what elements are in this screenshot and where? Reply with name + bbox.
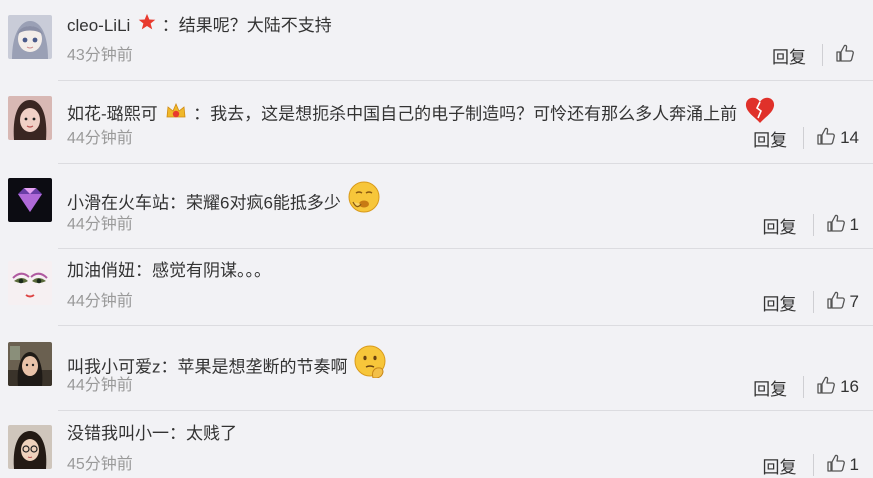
like-button[interactable] (835, 43, 859, 68)
comment-time: 44分钟前 (67, 216, 133, 233)
avatar[interactable] (8, 342, 52, 386)
like-count: 1 (849, 215, 859, 234)
comment-actions: 回复 14 (753, 125, 859, 151)
comment-time: 44分钟前 (67, 130, 133, 147)
comment-actions: 回复 1 (763, 212, 859, 238)
like-button[interactable]: 14 (816, 126, 859, 151)
comment-time: 44分钟前 (67, 293, 133, 310)
username[interactable]: 加油俏妞 (67, 261, 135, 280)
separator-colon: ： (135, 261, 152, 280)
avatar[interactable] (8, 15, 52, 59)
like-count: 1 (849, 455, 859, 474)
divider (812, 454, 814, 476)
comment-item: 加油俏妞：感觉有阴谋。。。 44分钟前 回复 7 (0, 249, 873, 325)
comment-content: cleo-LiLi ：结果呢？大陆不支持 (67, 13, 332, 40)
divider (812, 291, 814, 313)
comment-item: cleo-LiLi ：结果呢？大陆不支持 43分钟前 回复 (0, 0, 873, 80)
comment-list: cleo-LiLi ：结果呢？大陆不支持 43分钟前 回复 如花-璐熙可 ：我去… (0, 0, 873, 477)
divider (822, 44, 823, 66)
vip-crown-icon (165, 101, 187, 127)
username[interactable]: 小滑在火车站 (67, 193, 169, 212)
like-button[interactable]: 1 (826, 213, 859, 238)
separator-colon: ： (169, 424, 186, 443)
comment-item: 叫我小可爱z：苹果是想垄断的节奏啊 44分钟前 回复 16 (0, 326, 873, 410)
avatar[interactable] (8, 96, 52, 140)
reply-button[interactable]: 回复 (763, 213, 797, 238)
comment-actions: 回复 16 (753, 374, 859, 400)
thumbs-up-icon (816, 375, 836, 400)
comment-content: 没错我叫小一：太贱了 (67, 423, 237, 445)
avatar[interactable] (8, 425, 52, 469)
comment-time: 44分钟前 (67, 377, 133, 394)
separator-colon: ： (160, 357, 178, 377)
comment-actions: 回复 7 (763, 289, 859, 315)
separator-colon: ： (161, 15, 179, 35)
star-badge-icon (138, 13, 156, 37)
reply-button[interactable]: 回复 (753, 375, 787, 400)
comment-item: 小滑在火车站：荣耀6对疯6能抵多少 44分钟前 回复 1 (0, 164, 873, 248)
comment-content: 加油俏妞：感觉有阴谋。。。 (67, 260, 271, 282)
reply-button[interactable]: 回复 (772, 43, 806, 68)
comment-item: 如花-璐熙可 ：我去，这是想扼杀中国自己的电子制造吗？可怜还有那么多人奔涌上前 … (0, 81, 873, 163)
thumbs-up-icon (826, 290, 846, 315)
divider (812, 214, 814, 236)
thumbs-up-icon (826, 213, 846, 238)
comment-text: 太贱了 (186, 424, 237, 443)
reply-button[interactable]: 回复 (753, 126, 787, 151)
comment-actions: 回复 (772, 42, 859, 68)
comment-text: 结果呢？大陆不支持 (178, 15, 332, 35)
username[interactable]: cleo-LiLi (67, 16, 130, 35)
username[interactable]: 叫我小可爱z (67, 357, 161, 376)
divider (803, 127, 805, 149)
comment-item: 没错我叫小一：太贱了 45分钟前 回复 1 (0, 411, 873, 477)
separator-colon: ： (193, 104, 211, 124)
like-count: 16 (840, 377, 859, 396)
comment-actions: 回复 1 (763, 452, 859, 478)
comment-text: 苹果是想垄断的节奏啊 (177, 357, 348, 377)
like-count: 7 (849, 292, 859, 311)
like-button[interactable]: 16 (816, 375, 859, 400)
like-count: 14 (840, 128, 859, 147)
thinking-face-emoji (353, 344, 387, 384)
comment-time: 43分钟前 (67, 47, 133, 64)
sick-face-emoji (347, 180, 381, 220)
username[interactable]: 没错我叫小一 (67, 424, 169, 443)
thumbs-up-icon (835, 43, 855, 68)
avatar[interactable] (8, 178, 52, 222)
thumbs-up-icon (816, 126, 836, 151)
divider (803, 376, 805, 398)
comment-content: 如花-璐熙可 ：我去，这是想扼杀中国自己的电子制造吗？可怜还有那么多人奔涌上前 (67, 96, 776, 134)
separator-colon: ： (169, 193, 186, 213)
username[interactable]: 如花-璐熙可 (67, 104, 158, 123)
comment-text: 荣耀6对疯6能抵多少 (186, 193, 341, 213)
comment-text: 感觉有阴谋。。。 (152, 261, 271, 280)
comment-time: 45分钟前 (67, 456, 133, 473)
comment-text: 我去，这是想扼杀中国自己的电子制造吗？可怜还有那么多人奔涌上前 (210, 104, 738, 124)
reply-button[interactable]: 回复 (763, 290, 797, 315)
like-button[interactable]: 7 (826, 290, 859, 315)
avatar[interactable] (8, 261, 52, 305)
